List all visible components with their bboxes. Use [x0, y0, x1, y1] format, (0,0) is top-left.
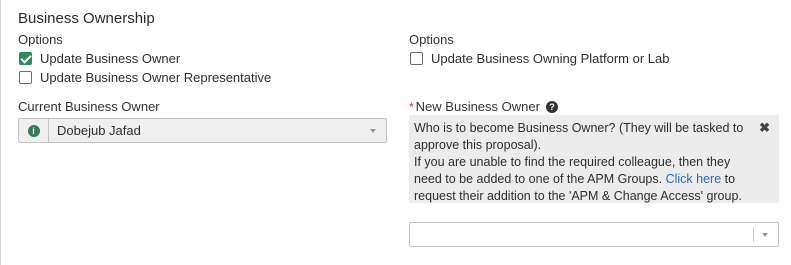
- update-business-owner-representative-option[interactable]: Update Business Owner Representative: [19, 70, 271, 85]
- new-business-owner-select[interactable]: [409, 222, 779, 247]
- update-business-owner-option[interactable]: Update Business Owner: [19, 51, 180, 66]
- chevron-down-icon[interactable]: [762, 232, 768, 237]
- current-business-owner-select: i Dobejub Jafad: [18, 118, 387, 143]
- current-business-owner-value: Dobejub Jafad: [57, 123, 141, 138]
- info-icon-cell: i: [19, 119, 49, 142]
- left-options-label: Options: [18, 32, 63, 47]
- info-line-1: Who is to become Business Owner? (They w…: [414, 121, 744, 152]
- update-business-owner-label: Update Business Owner: [40, 51, 181, 66]
- new-owner-info-box: Who is to become Business Owner? (They w…: [409, 115, 779, 203]
- update-business-owning-platform-label: Update Business Owning Platform or Lab: [431, 51, 670, 66]
- update-business-owner-checkbox[interactable]: [19, 52, 32, 65]
- update-business-owner-representative-label: Update Business Owner Representative: [40, 70, 272, 85]
- info-icon: i: [27, 124, 40, 137]
- panel-left-border: [0, 0, 1, 265]
- info-line-2: If you are unable to find the required c…: [414, 154, 751, 205]
- business-ownership-panel: Business Ownership Options Options Updat…: [0, 0, 791, 265]
- update-business-owner-representative-checkbox[interactable]: [19, 71, 32, 84]
- request-addition-link[interactable]: Click here: [666, 172, 722, 186]
- question-circle-icon[interactable]: ?: [545, 100, 558, 113]
- section-title: Business Ownership: [18, 10, 155, 27]
- new-business-owner-label: New Business Owner: [415, 99, 540, 114]
- current-business-owner-label: Current Business Owner: [18, 99, 160, 114]
- update-business-owning-platform-checkbox[interactable]: [410, 52, 423, 65]
- select-divider: [753, 227, 754, 242]
- close-icon[interactable]: ✖: [759, 119, 770, 136]
- update-business-owning-platform-option[interactable]: Update Business Owning Platform or Lab: [410, 51, 669, 66]
- right-options-label: Options: [409, 32, 454, 47]
- chevron-down-icon: [370, 128, 376, 133]
- new-business-owner-label-row: * New Business Owner ?: [409, 99, 558, 114]
- required-marker: *: [409, 99, 414, 114]
